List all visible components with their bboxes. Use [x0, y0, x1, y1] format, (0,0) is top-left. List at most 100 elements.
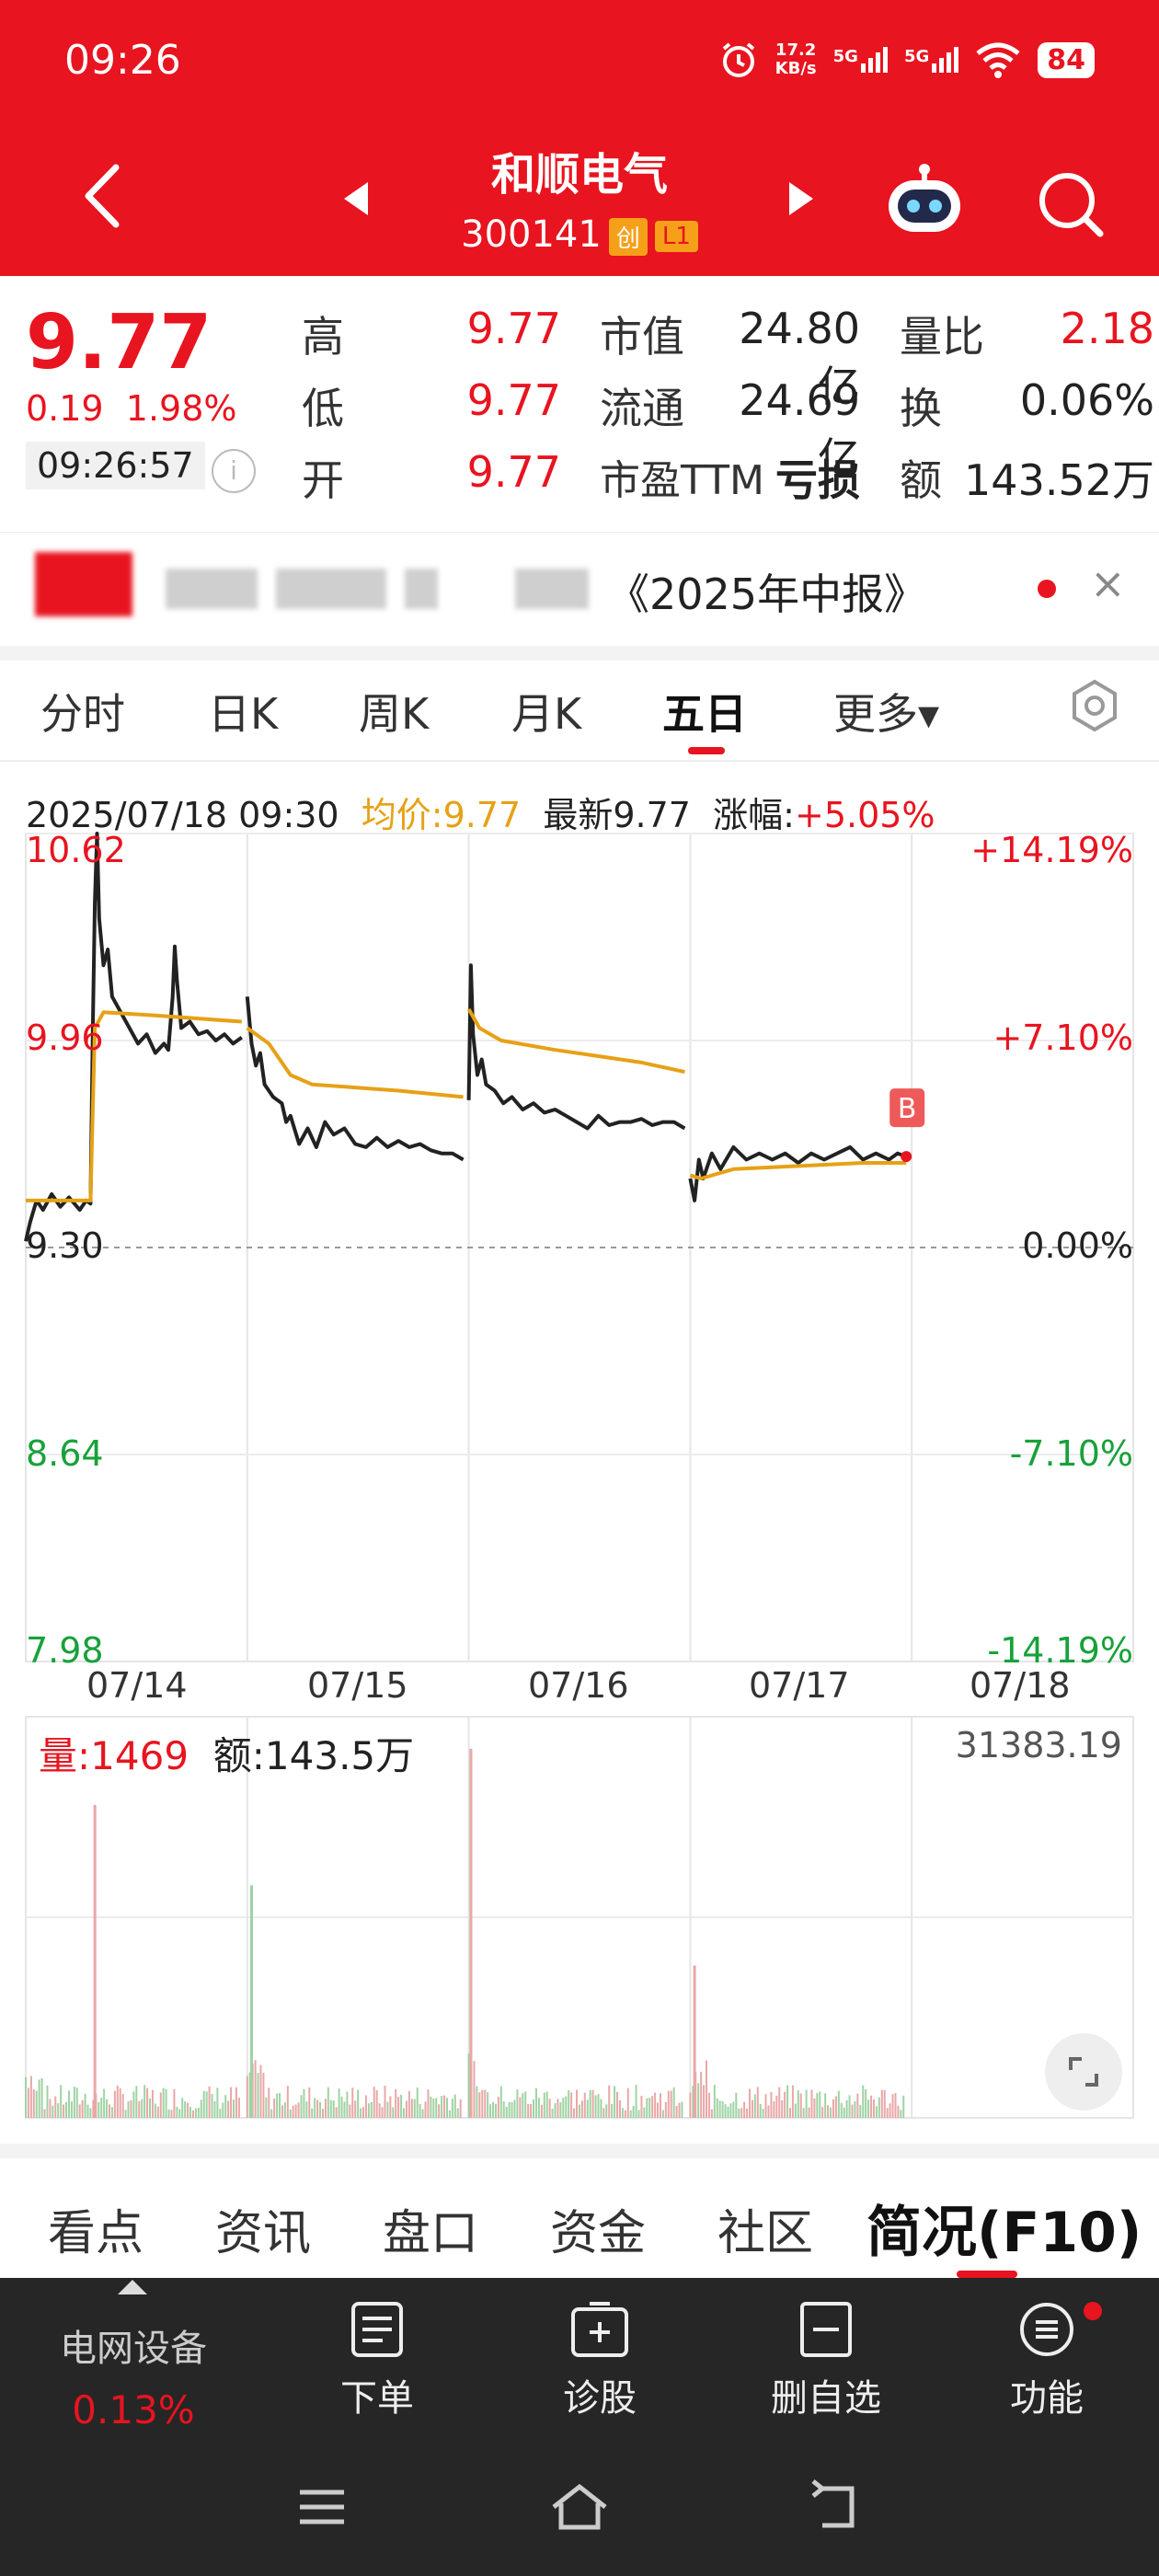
x-day-label: 07/15 [307, 1665, 408, 1706]
tab-community[interactable]: 社区 [717, 2194, 813, 2263]
active-bottom-tab-indicator [957, 2271, 1017, 2278]
open-label: 开 [302, 455, 344, 505]
stock-name: 和顺电气 [490, 149, 668, 201]
pct-tick-label: +7.10% [993, 1018, 1133, 1058]
chart-settings-icon[interactable] [1067, 678, 1122, 733]
search-icon[interactable] [1036, 169, 1106, 239]
vol-ratio-label: 量比 [900, 312, 984, 362]
volume-amount: 额:143.5万 [212, 1733, 415, 1778]
tab-month-k[interactable]: 月K [511, 681, 581, 742]
section-divider [0, 646, 1159, 661]
tab-order-book[interactable]: 盘口 [383, 2194, 478, 2263]
x-day-label: 07/17 [749, 1665, 850, 1706]
market-tag-chuang: 创 [608, 217, 648, 256]
tab-f10-profile[interactable]: 简况(F10) [866, 2188, 1142, 2268]
status-time: 09:26 [64, 37, 181, 84]
active-tab-indicator [688, 747, 725, 754]
news-text[interactable]: 《2025年中报》 [607, 561, 926, 622]
float-label: 流通 [600, 384, 684, 433]
vol-ratio-value: 2.18 [1060, 304, 1154, 353]
order-button[interactable]: 下单 [313, 2300, 442, 2421]
redacted-text [515, 569, 589, 609]
buy-marker-dot [901, 1151, 912, 1163]
home-nav-icon[interactable] [548, 2479, 611, 2535]
pe-value: 亏损 [775, 455, 860, 505]
expand-icon [1069, 2057, 1098, 2087]
diagnose-icon [571, 2302, 628, 2357]
sector-name[interactable]: 电网设备 [28, 2318, 239, 2372]
volume-info: 量:1469 额:143.5万 [39, 1725, 414, 1781]
open-value: 9.77 [466, 447, 561, 497]
pct-tick-label: 0.00% [1022, 1225, 1133, 1266]
x-day-label: 07/14 [86, 1665, 188, 1706]
signal-5g-1: 5G [833, 47, 888, 73]
low-value: 9.77 [466, 375, 561, 425]
news-logo-redacted [35, 552, 132, 616]
avg-price-line [246, 1026, 464, 1099]
volume-value: 1469 [90, 1733, 189, 1778]
menu-nav-icon[interactable] [294, 2479, 350, 2535]
price-line [245, 996, 465, 1162]
buy-marker-label: B [898, 1093, 917, 1125]
redacted-text [276, 569, 386, 609]
price-change: 0.19 1.98% [26, 388, 237, 429]
wifi-icon [976, 42, 1020, 78]
x-day-label: 07/16 [528, 1665, 629, 1706]
next-stock-icon[interactable] [787, 180, 815, 217]
tab-news[interactable]: 资讯 [215, 2194, 311, 2263]
expand-chart-button[interactable] [1045, 2033, 1122, 2110]
five-day-price-chart[interactable]: B [0, 828, 1159, 1711]
signal-5g-2: 5G [904, 47, 959, 73]
turnover-value: 0.06% [1019, 375, 1154, 425]
tabs-divider [0, 760, 1159, 762]
redacted-text [405, 569, 438, 609]
section-divider [0, 2144, 1159, 2158]
y-tick-label: 9.96 [26, 1018, 104, 1058]
diagnose-button[interactable]: 诊股 [535, 2300, 664, 2421]
stock-code: 300141 [461, 213, 602, 256]
redacted-text [166, 569, 258, 609]
turnover-label: 换 [900, 384, 942, 433]
tab-more[interactable]: 更多▾ [833, 681, 939, 742]
y-tick-label: 9.30 [26, 1225, 104, 1266]
expand-up-icon[interactable] [118, 2280, 147, 2294]
tab-day-k[interactable]: 日K [208, 681, 278, 742]
y-tick-label: 8.64 [26, 1433, 104, 1474]
amount-value: 143.52万 [964, 455, 1154, 505]
robot-assistant-icon[interactable] [883, 162, 966, 236]
order-doc-icon [351, 2302, 403, 2357]
quote-time: 09:26:57 [26, 442, 205, 489]
x-day-label: 07/18 [970, 1665, 1071, 1706]
y-tick-label: 10.62 [26, 830, 126, 870]
status-icons: 17.2 KB/s 5G 5G 84 [718, 37, 1095, 83]
amount-label: 额 [900, 455, 942, 505]
sector-change: 0.13% [72, 2387, 195, 2432]
high-value: 9.77 [466, 304, 561, 353]
back-nav-icon[interactable] [809, 2479, 865, 2535]
remove-watchlist-icon [800, 2302, 852, 2357]
last-price: 9.77 [26, 299, 212, 386]
net-speed: 17.2 KB/s [775, 40, 817, 78]
remove-watchlist-button[interactable]: 删自选 [752, 2300, 900, 2421]
battery-level: 84 [1038, 41, 1095, 78]
tab-fund-flow[interactable]: 资金 [550, 2194, 646, 2263]
low-label: 低 [302, 384, 344, 433]
price-line [466, 963, 686, 1131]
alarm-icon [722, 42, 754, 77]
tab-minute[interactable]: 分时 [40, 681, 125, 742]
info-icon[interactable]: i [212, 449, 256, 493]
high-label: 高 [302, 312, 344, 362]
header-bar: 09:26 17.2 KB/s 5G 5G 84 和顺电气 300141 创 L1 [0, 0, 1159, 276]
close-icon[interactable]: × [1090, 558, 1126, 608]
volume-label: 量: [39, 1733, 91, 1778]
function-menu-icon [1020, 2303, 1073, 2356]
tab-five-day[interactable]: 五日 [662, 681, 747, 742]
mktcap-label: 市值 [600, 312, 684, 362]
volume-max-label: 31383.19 [955, 1725, 1122, 1765]
pct-tick-label: -7.10% [1009, 1433, 1133, 1474]
pct-tick-label: +14.19% [970, 830, 1133, 870]
notification-dot [1084, 2302, 1102, 2320]
tab-highlights[interactable]: 看点 [48, 2194, 143, 2263]
tab-week-k[interactable]: 周K [359, 681, 429, 742]
stock-code-row: 300141 创 L1 [0, 213, 1159, 256]
